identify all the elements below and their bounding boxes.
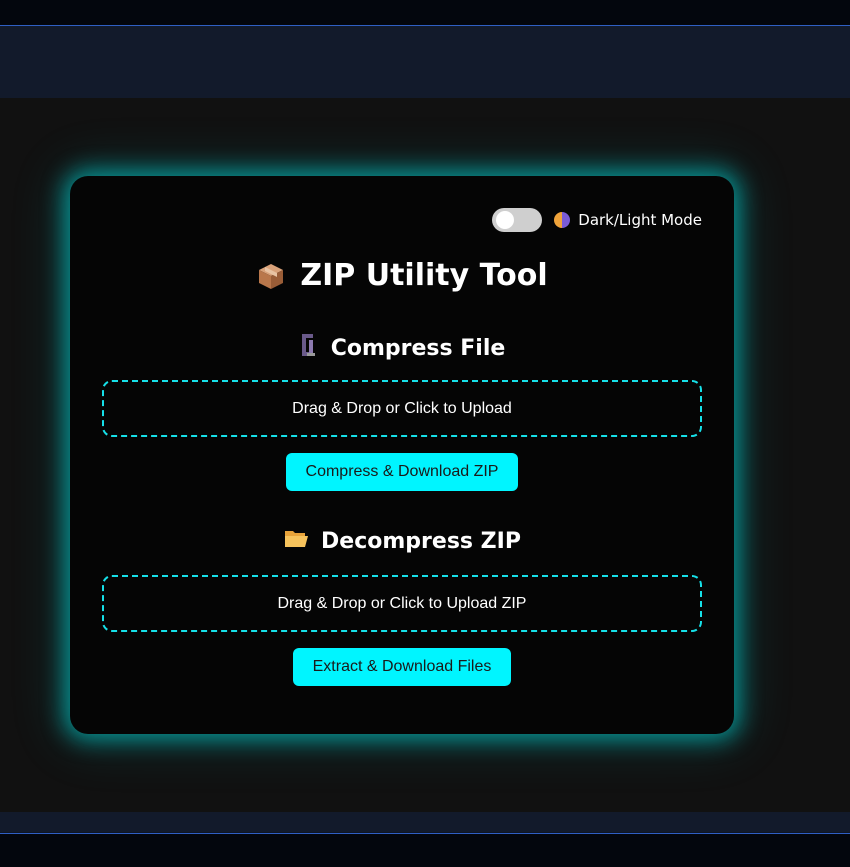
compress-heading: Compress File [70, 332, 734, 364]
extract-button-label: Extract & Download Files [312, 658, 492, 675]
mode-label: Dark/Light Mode [578, 211, 702, 229]
decompress-drop-text: Drag & Drop or Click to Upload ZIP [277, 594, 527, 612]
compress-button-label: Compress & Download ZIP [305, 463, 499, 480]
dark-light-toggle[interactable] [492, 208, 543, 232]
compress-heading-text: Compress File [330, 335, 506, 361]
extract-download-button[interactable]: Extract & Download Files [293, 648, 511, 686]
top-bar [0, 0, 850, 98]
clamp-icon [299, 332, 319, 364]
compress-drop-text: Drag & Drop or Click to Upload [292, 399, 512, 417]
toggle-knob [496, 211, 515, 229]
bottom-bar [0, 812, 850, 867]
decompress-heading: Decompress ZIP [70, 527, 734, 555]
page-title: ZIP Utility Tool [70, 258, 734, 293]
compress-download-button[interactable]: Compress & Download ZIP [286, 453, 518, 491]
half-moon-icon [554, 212, 571, 228]
package-icon [256, 261, 286, 291]
decompress-drop-zone[interactable]: Drag & Drop or Click to Upload ZIP [102, 575, 702, 632]
app-title: ZIP Utility Tool [300, 258, 548, 293]
compress-drop-zone[interactable]: Drag & Drop or Click to Upload [102, 380, 702, 437]
zip-tool-card: Dark/Light Mode ZIP Utility Tool Compres… [70, 176, 734, 734]
open-folder-icon [283, 527, 309, 555]
mode-label-group: Dark/Light Mode [554, 211, 702, 229]
decompress-heading-text: Decompress ZIP [321, 528, 521, 554]
mode-toggle-row: Dark/Light Mode [492, 208, 702, 232]
